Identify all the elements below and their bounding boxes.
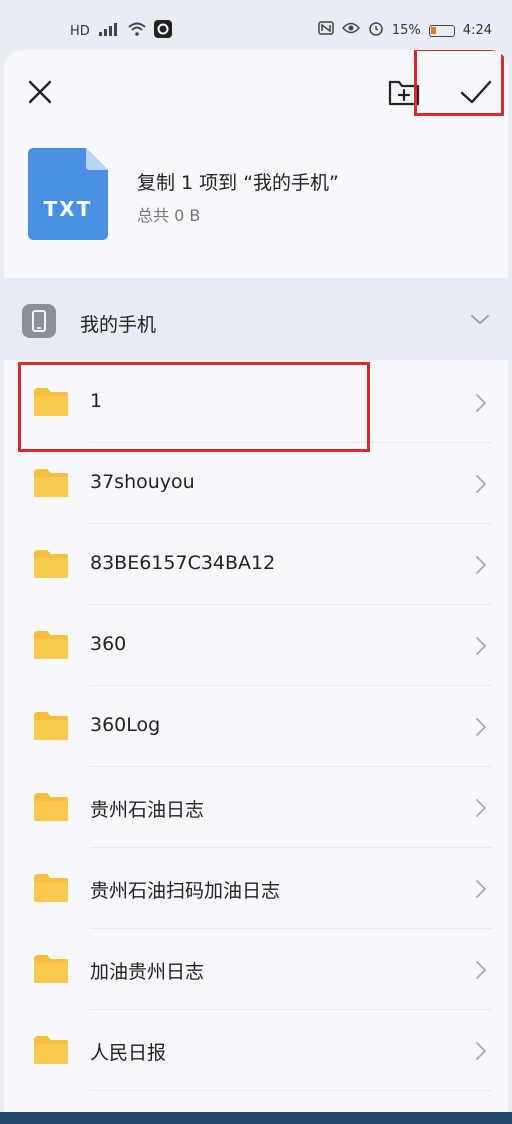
folder-name: 37shouyou (90, 471, 195, 493)
status-left: HD (70, 20, 172, 43)
folder-row-3[interactable]: 360 (4, 605, 508, 686)
chevron-right-icon (476, 556, 487, 574)
new-folder-button[interactable] (384, 72, 424, 112)
folder-icon (34, 955, 68, 983)
chevron-right-icon (476, 394, 487, 412)
folder-name: 人民日报 (90, 1042, 167, 1064)
folder-row-1[interactable]: 37shouyou (4, 443, 508, 524)
copy-title: 复制 1 项到 “我的手机” (137, 172, 339, 194)
phone-icon (22, 304, 56, 338)
folder-icon (34, 874, 68, 902)
signal-icon (98, 22, 120, 41)
chevron-right-icon (476, 1042, 487, 1060)
wifi-icon (128, 22, 146, 41)
folder-name: 360Log (90, 714, 161, 736)
chevron-right-icon (476, 475, 487, 493)
folder-icon (34, 388, 68, 416)
new-folder-icon (388, 80, 420, 106)
chevron-right-icon (476, 718, 487, 736)
location-label: 我的手机 (80, 314, 157, 336)
bottom-strip (0, 1112, 512, 1124)
copy-summary: TXT 复制 1 项到 “我的手机” 总共 0 B (4, 130, 508, 270)
folder-icon (34, 550, 68, 578)
folder-name: 贵州石油日志 (90, 799, 205, 821)
row-divider (90, 1090, 492, 1091)
clock-time: 4:24 (462, 22, 492, 38)
folder-row-2[interactable]: 83BE6157C34BA12 (4, 524, 508, 605)
eye-icon (341, 22, 360, 39)
txt-file-icon: TXT (28, 148, 108, 240)
location-selector[interactable]: 我的手机 (4, 278, 508, 360)
folder-row-8[interactable]: 人民日报 (4, 1010, 508, 1091)
chevron-down-icon (471, 315, 489, 325)
folder-name: 贵州石油扫码加油日志 (90, 880, 281, 902)
copy-dialog-sheet: TXT 复制 1 项到 “我的手机” 总共 0 B 我的手机 1 37shouy… (4, 50, 508, 1116)
checkmark-icon (460, 80, 492, 104)
folder-icon (34, 712, 68, 740)
folder-icon (34, 631, 68, 659)
folder-name: 加油贵州日志 (90, 961, 205, 983)
folder-icon (34, 793, 68, 821)
hd-icon: HD (70, 23, 90, 39)
close-button[interactable] (20, 72, 60, 112)
folder-row-0[interactable]: 1 (4, 362, 508, 452)
app-icon (153, 20, 172, 43)
folder-row-4[interactable]: 360Log (4, 686, 508, 767)
folder-row-5[interactable]: 贵州石油日志 (4, 767, 508, 848)
status-right: 15% 4:24 (318, 20, 492, 41)
battery-percent: 15% (391, 22, 421, 38)
copy-total-size: 总共 0 B (137, 206, 201, 225)
folder-highlight-annotation (18, 362, 370, 452)
chevron-right-icon (476, 637, 487, 655)
chevron-right-icon (476, 880, 487, 898)
folder-name: 360 (90, 633, 127, 655)
folder-row-6[interactable]: 贵州石油扫码加油日志 (4, 848, 508, 929)
battery-icon (428, 24, 455, 37)
folder-row-7[interactable]: 加油贵州日志 (4, 929, 508, 1010)
folder-list: 1 37shouyou 83BE6157C34BA12 360 360Log 贵… (4, 362, 508, 1091)
chevron-right-icon (476, 799, 487, 817)
confirm-button[interactable] (454, 70, 498, 114)
toolbar (4, 50, 508, 130)
folder-name: 1 (90, 390, 103, 412)
alarm-icon (368, 20, 384, 41)
folder-icon (34, 1036, 68, 1064)
close-icon (28, 80, 52, 104)
file-type-label: TXT (44, 197, 93, 221)
folder-icon (34, 469, 68, 497)
status-bar: HD 15% 4:24 (0, 0, 512, 50)
chevron-right-icon (476, 961, 487, 979)
folder-name: 83BE6157C34BA12 (90, 552, 276, 574)
nfc-icon (318, 21, 334, 40)
